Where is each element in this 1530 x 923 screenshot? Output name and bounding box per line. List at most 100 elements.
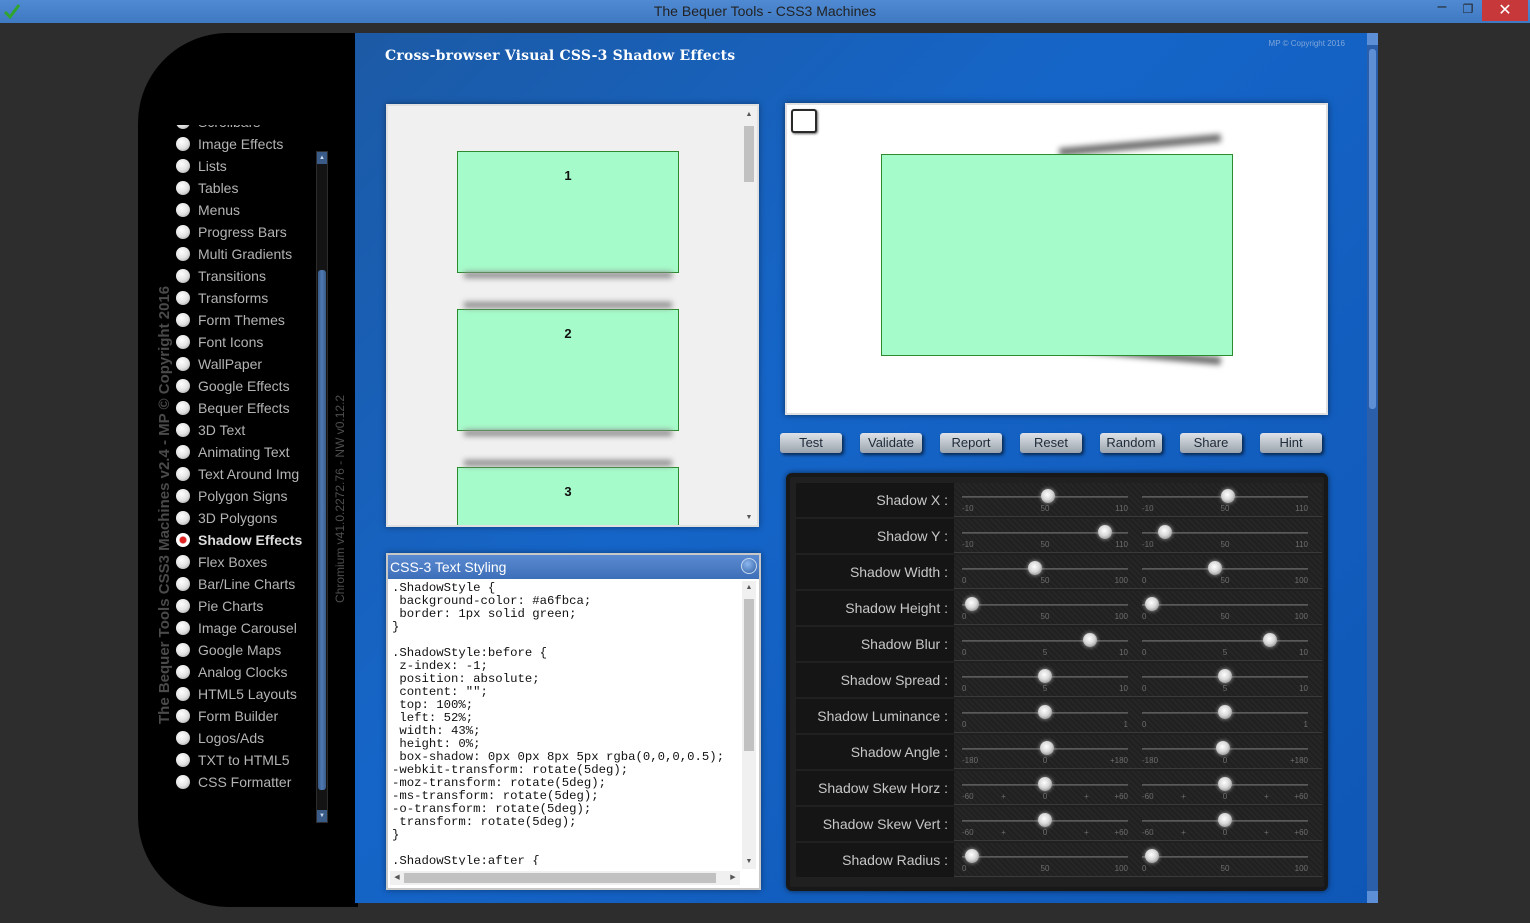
report-button[interactable]: Report xyxy=(940,433,1002,453)
radio-icon[interactable] xyxy=(176,137,190,151)
scroll-up-icon[interactable] xyxy=(1367,33,1378,45)
radio-icon[interactable] xyxy=(176,423,190,437)
code-hscroll-thumb[interactable] xyxy=(404,873,716,883)
slider-a[interactable]: 0 5 10 xyxy=(962,669,1128,693)
scroll-down-icon[interactable] xyxy=(1367,891,1378,903)
radio-icon[interactable] xyxy=(176,181,190,195)
slider-knob[interactable] xyxy=(1216,741,1231,755)
radio-icon[interactable] xyxy=(176,731,190,745)
slider-knob[interactable] xyxy=(1218,705,1232,719)
slider-b[interactable]: -10 50 110 xyxy=(1142,525,1308,549)
scroll-up-icon[interactable]: ▲ xyxy=(317,152,327,164)
radio-icon[interactable] xyxy=(176,357,190,371)
scroll-right-icon[interactable]: ▶ xyxy=(728,873,738,883)
slider-knob[interactable] xyxy=(1208,561,1223,575)
code-horizontal-scrollbar[interactable]: ◀ ▶ xyxy=(390,871,740,885)
slider-knob[interactable] xyxy=(1097,525,1112,539)
radio-icon[interactable] xyxy=(176,335,190,349)
sample-box-1[interactable]: 1 xyxy=(457,151,679,273)
slider-a[interactable]: -180 0 +180 xyxy=(962,741,1128,765)
radio-icon[interactable] xyxy=(176,203,190,217)
slider-knob[interactable] xyxy=(1158,525,1173,539)
radio-icon[interactable] xyxy=(176,643,190,657)
sample-scrollbar[interactable]: ▲ ▼ xyxy=(742,108,756,525)
radio-icon[interactable] xyxy=(176,489,190,503)
minimize-button[interactable]: – xyxy=(1430,0,1454,19)
slider-a[interactable]: 0 50 100 xyxy=(962,597,1128,621)
code-scroll-thumb[interactable] xyxy=(744,599,754,751)
slider-b[interactable]: -60 +0 + +60 xyxy=(1142,777,1308,801)
slider-knob[interactable] xyxy=(1028,561,1043,575)
preview-checkbox[interactable] xyxy=(791,109,817,133)
validate-button[interactable]: Validate xyxy=(860,433,922,453)
radio-icon[interactable] xyxy=(176,159,190,173)
slider-knob[interactable] xyxy=(964,849,979,863)
sample-box-3[interactable]: 3 xyxy=(457,467,679,525)
scroll-left-icon[interactable]: ◀ xyxy=(392,873,402,883)
radio-icon[interactable] xyxy=(176,247,190,261)
slider-a[interactable]: -10 50 110 xyxy=(962,489,1128,513)
slider-knob[interactable] xyxy=(1038,705,1052,719)
main-scrollbar[interactable] xyxy=(1367,33,1378,903)
radio-icon[interactable] xyxy=(176,621,190,635)
radio-icon[interactable] xyxy=(176,753,190,767)
scroll-up-icon[interactable]: ▲ xyxy=(744,110,754,120)
slider-knob[interactable] xyxy=(1144,849,1159,863)
slider-b[interactable]: 0 50 100 xyxy=(1142,597,1308,621)
slider-b[interactable]: 01 xyxy=(1142,705,1308,729)
slider-knob[interactable] xyxy=(1144,597,1159,611)
radio-icon[interactable] xyxy=(176,775,190,789)
main-scroll-thumb[interactable] xyxy=(1369,49,1376,409)
radio-icon[interactable] xyxy=(176,467,190,481)
slider-b[interactable]: -60 +0 + +60 xyxy=(1142,813,1308,837)
slider-b[interactable]: -10 50 110 xyxy=(1142,489,1308,513)
slider-a[interactable]: -60 +0 + +60 xyxy=(962,813,1128,837)
radio-icon[interactable] xyxy=(176,709,190,723)
slider-b[interactable]: 0 50 100 xyxy=(1142,849,1308,873)
radio-icon[interactable] xyxy=(176,599,190,613)
slider-knob[interactable] xyxy=(1039,741,1054,755)
radio-icon[interactable] xyxy=(176,225,190,239)
copy-code-icon[interactable] xyxy=(741,558,757,574)
slider-knob[interactable] xyxy=(1038,813,1052,827)
slider-b[interactable]: 0 50 100 xyxy=(1142,561,1308,585)
slider-b[interactable]: -180 0 +180 xyxy=(1142,741,1308,765)
code-vertical-scrollbar[interactable]: ▲ ▼ xyxy=(742,581,756,869)
slider-knob[interactable] xyxy=(1038,669,1052,683)
scroll-down-icon[interactable]: ▼ xyxy=(744,513,754,523)
radio-selected-icon[interactable] xyxy=(176,533,190,547)
slider-a[interactable]: 0 50 100 xyxy=(962,849,1128,873)
slider-a[interactable]: 0 50 100 xyxy=(962,561,1128,585)
scroll-down-icon[interactable]: ▼ xyxy=(744,857,754,867)
slider-b[interactable]: 0 5 10 xyxy=(1142,633,1308,657)
slider-knob[interactable] xyxy=(1041,489,1056,503)
share-button[interactable]: Share xyxy=(1180,433,1242,453)
radio-icon[interactable] xyxy=(176,687,190,701)
slider-knob[interactable] xyxy=(1082,633,1097,647)
slider-knob[interactable] xyxy=(964,597,979,611)
radio-icon[interactable] xyxy=(176,313,190,327)
radio-icon[interactable] xyxy=(176,379,190,393)
reset-button[interactable]: Reset xyxy=(1020,433,1082,453)
close-button[interactable]: ✕ xyxy=(1482,0,1528,21)
slider-knob[interactable] xyxy=(1221,489,1236,503)
radio-icon[interactable] xyxy=(176,269,190,283)
sample-box-2[interactable]: 2 xyxy=(457,309,679,431)
slider-a[interactable]: 01 xyxy=(962,705,1128,729)
sidebar-scroll-thumb[interactable] xyxy=(318,270,326,790)
slider-knob[interactable] xyxy=(1218,669,1232,683)
radio-icon[interactable] xyxy=(176,555,190,569)
radio-icon[interactable] xyxy=(176,401,190,415)
slider-knob[interactable] xyxy=(1218,777,1232,791)
slider-a[interactable]: -10 50 110 xyxy=(962,525,1128,549)
scroll-down-icon[interactable]: ▼ xyxy=(317,810,327,822)
css-code-textarea[interactable]: .ShadowStyle { background-color: #a6fbca… xyxy=(392,582,740,865)
radio-icon[interactable] xyxy=(176,125,190,129)
radio-icon[interactable] xyxy=(176,291,190,305)
scroll-up-icon[interactable]: ▲ xyxy=(744,583,754,593)
slider-a[interactable]: 0 5 10 xyxy=(962,633,1128,657)
slider-knob[interactable] xyxy=(1218,813,1232,827)
random-button[interactable]: Random xyxy=(1100,433,1162,453)
slider-knob[interactable] xyxy=(1038,777,1052,791)
test-button[interactable]: Test xyxy=(780,433,842,453)
